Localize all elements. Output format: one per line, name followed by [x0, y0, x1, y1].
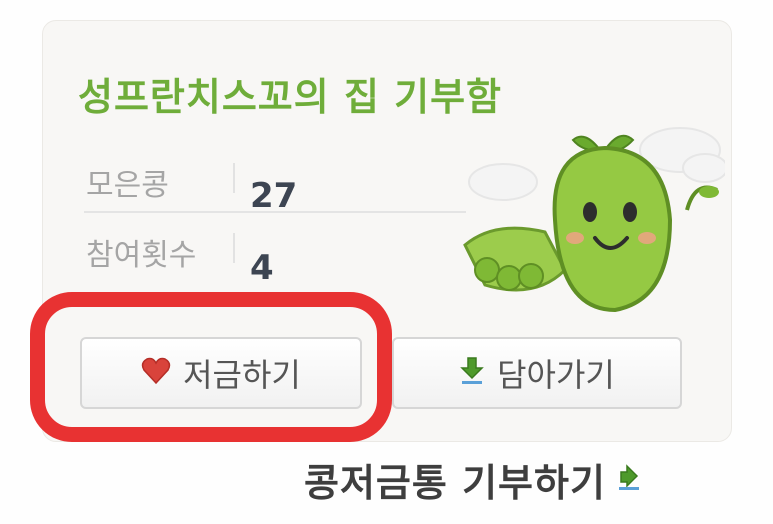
heart-icon [141, 357, 171, 389]
stat-label-collected: 모은콩 [86, 168, 169, 203]
save-button-label: 저금하기 [183, 356, 301, 394]
stat-divider [84, 211, 466, 213]
save-button[interactable]: 저금하기 [80, 337, 362, 409]
link-arrow-icon [616, 463, 642, 497]
stat-separator [233, 163, 235, 193]
stat-value-collected: 27 [250, 176, 298, 216]
stat-separator [233, 233, 235, 263]
download-icon [459, 356, 485, 390]
bring-button-label: 담아가기 [497, 356, 615, 394]
bean-mascot-illustration [463, 127, 725, 313]
stat-label-participation: 참여횟수 [86, 238, 197, 273]
donate-link-label: 콩저금통 기부하기 [304, 461, 606, 505]
stage: 성프란치스꼬의 집 기부함 모은콩 27 참여횟수 4 저금하기 담아가기 콩저… [0, 0, 773, 524]
bring-button[interactable]: 담아가기 [392, 337, 682, 409]
stat-value-participation: 4 [250, 248, 274, 288]
widget-title: 성프란치스꼬의 집 기부함 [78, 75, 503, 119]
donate-link[interactable]: 콩저금통 기부하기 [304, 452, 642, 507]
